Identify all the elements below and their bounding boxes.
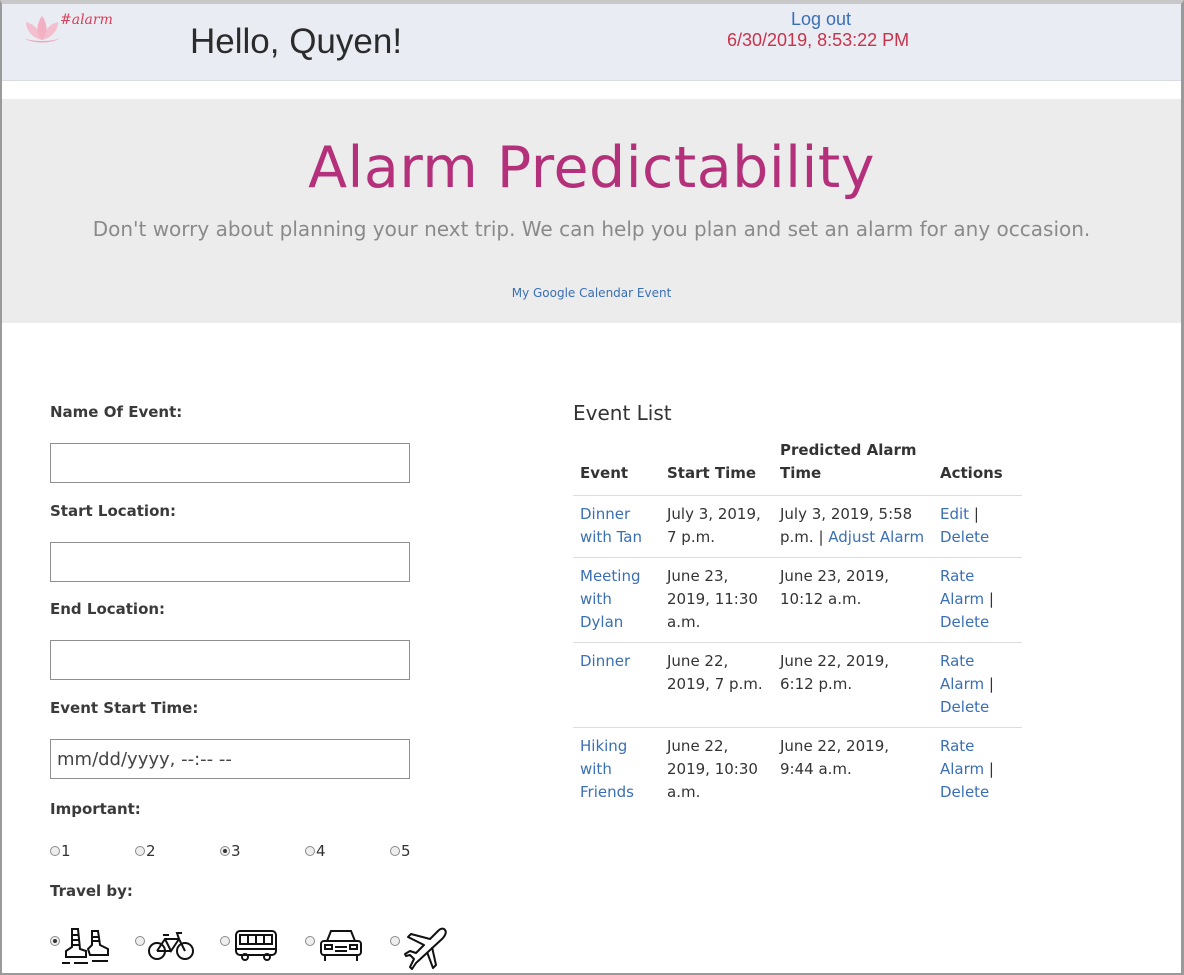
travel-option-bus[interactable] [220,925,280,971]
hero-section: Alarm Predictability Don't worry about p… [2,99,1181,323]
google-calendar-link[interactable]: My Google Calendar Event [2,286,1181,300]
rate-alarm-link[interactable]: Rate Alarm [940,652,984,693]
delete-link[interactable]: Delete [940,783,989,801]
adjust-alarm-link[interactable]: Adjust Alarm [828,528,924,546]
lotus-icon [24,16,60,43]
app-logo[interactable]: #alarm [22,10,113,44]
event-link[interactable]: Hiking with Friends [580,737,634,801]
event-link[interactable]: Dinner [580,652,630,670]
column-header-actions: Actions [933,439,1022,496]
radio-button[interactable] [50,846,60,856]
event-link[interactable]: Dinner with Tan [580,505,642,546]
hero-subtitle: Don't worry about planning your next tri… [92,217,1091,241]
top-bar: #alarm Hello, Quyen! Log out 6/30/2019, … [2,4,1181,81]
importance-option-5[interactable]: 5 [390,842,411,860]
bus-icon [235,930,277,961]
table-row: Dinner June 22, 2019, 7 p.m. June 22, 20… [573,642,1022,728]
travel-option-bicycle[interactable] [135,925,195,971]
radio-button[interactable] [305,936,315,946]
start-time-input[interactable] [50,739,410,779]
logo-text: #alarm [60,12,113,28]
event-start-time: June 23, 2019, 11:30 a.m. [660,557,773,643]
table-header-row: Event Start Time Predicted Alarm Time Ac… [573,439,1022,496]
event-name-input[interactable] [50,443,410,483]
start-location-input[interactable] [50,542,410,582]
bicycle-icon [148,932,194,960]
travel-mode-radio-group [50,925,470,971]
start-time-label: Event Start Time: [50,699,199,717]
importance-label: Important: [50,800,141,818]
importance-option-1[interactable]: 1 [50,842,71,860]
event-start-time: June 22, 2019, 7 p.m. [660,642,773,728]
table-row: Meeting with Dylan June 23, 2019, 11:30 … [573,557,1022,643]
logout-link[interactable]: Log out [791,9,851,30]
radio-button[interactable] [135,936,145,946]
predicted-alarm-time: June 22, 2019, 6:12 p.m. [773,642,933,728]
radio-button-selected[interactable] [220,846,230,856]
travel-option-airplane[interactable] [390,925,450,971]
importance-radio-group: 1 2 3 4 5 [50,842,430,860]
predicted-alarm-time: June 22, 2019, 9:44 a.m. [780,737,889,778]
delete-link[interactable]: Delete [940,613,989,631]
actions-cell: Edit | Delete [933,495,1022,558]
airplane-icon [404,927,447,970]
page-title: Alarm Predictability [308,135,875,201]
event-start-time: June 22, 2019, 10:30 a.m. [667,737,758,801]
predicted-alarm-cell: July 3, 2019, 5:58 p.m. | Adjust Alarm [773,495,933,558]
greeting: Hello, Quyen! [190,22,403,61]
rate-alarm-link[interactable]: Rate Alarm [940,737,984,778]
event-table: Event Start Time Predicted Alarm Time Ac… [573,439,1022,812]
radio-button[interactable] [390,936,400,946]
end-location-label: End Location: [50,600,166,618]
radio-button[interactable] [135,846,145,856]
actions-cell: Rate Alarm | Delete [933,642,1022,728]
importance-option-2[interactable]: 2 [135,842,156,860]
event-list-title: Event List [573,401,672,425]
radio-button[interactable] [390,846,400,856]
event-link[interactable]: Meeting with Dylan [580,567,640,631]
rate-alarm-link[interactable]: Rate Alarm [940,567,984,608]
importance-option-3[interactable]: 3 [220,842,241,860]
event-name-label: Name Of Event: [50,403,183,421]
walk-icon [62,928,109,964]
table-row: Hiking with Friends June 22, 2019, 10:30… [573,728,1022,813]
travel-label: Travel by: [50,882,133,900]
car-icon [320,930,362,961]
column-header-event: Event [573,439,660,496]
column-header-start-time: Start Time [660,439,773,496]
radio-button-selected[interactable] [50,936,60,946]
event-start-time: July 3, 2019, 7 p.m. [660,495,773,558]
edit-link[interactable]: Edit [940,505,969,523]
table-row: Dinner with Tan July 3, 2019, 7 p.m. Jul… [573,495,1022,558]
radio-button[interactable] [305,846,315,856]
start-location-label: Start Location: [50,502,177,520]
predicted-alarm-time: June 23, 2019, 10:12 a.m. [773,557,933,643]
column-header-predicted-alarm-time: Predicted Alarm Time [773,439,933,496]
delete-link[interactable]: Delete [940,528,989,546]
importance-option-4[interactable]: 4 [305,842,326,860]
actions-cell: Rate Alarm | Delete [933,557,1022,643]
actions-cell: Rate Alarm | Delete [940,737,994,801]
end-location-input[interactable] [50,640,410,680]
delete-link[interactable]: Delete [940,698,989,716]
travel-option-walk[interactable] [50,925,110,971]
current-datetime: 6/30/2019, 8:53:22 PM [727,30,910,50]
radio-button[interactable] [220,936,230,946]
travel-option-car[interactable] [305,925,365,971]
